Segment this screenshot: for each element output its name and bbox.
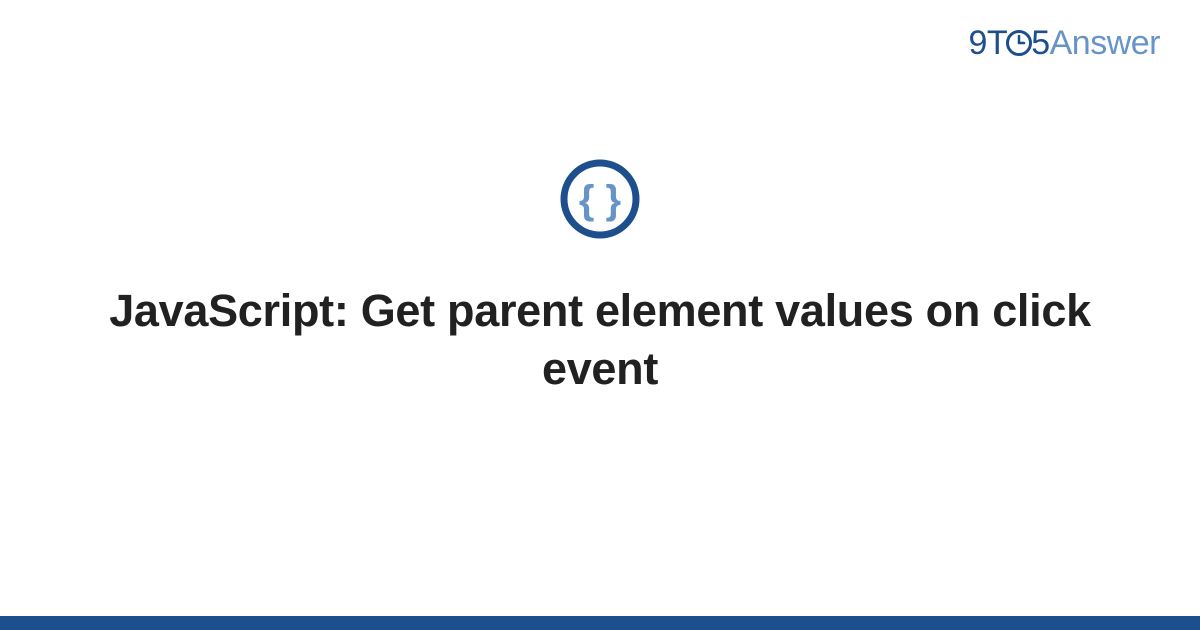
logo-five: 5 — [1031, 24, 1049, 62]
logo-nine: 9 — [969, 24, 987, 62]
svg-text:{ }: { } — [579, 178, 621, 222]
logo-t: T — [987, 24, 1007, 62]
code-braces-icon: { } — [559, 158, 641, 245]
bottom-accent-bar — [0, 616, 1200, 630]
brand-logo: 9T5Answer — [969, 24, 1161, 63]
page-title: JavaScript: Get parent element values on… — [0, 282, 1200, 397]
clock-icon — [1005, 27, 1033, 66]
logo-answer: Answer — [1050, 24, 1160, 62]
